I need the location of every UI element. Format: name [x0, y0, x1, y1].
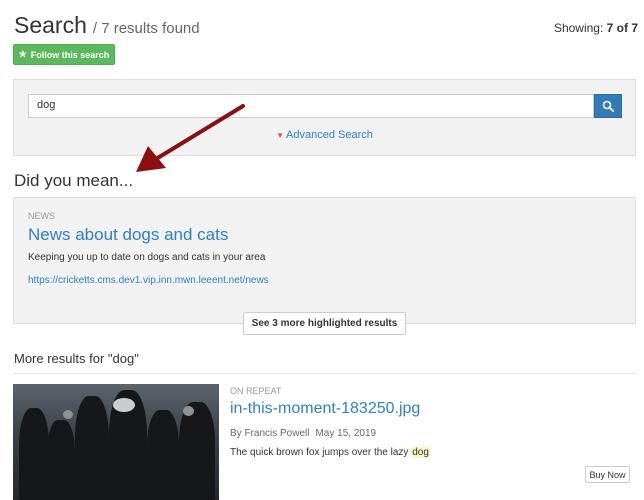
did-you-mean-heading: Did you mean... [14, 171, 134, 190]
more-results-heading: More results for "dog" [14, 351, 139, 366]
see-more-highlighted-button[interactable]: See 3 more highlighted results [243, 312, 406, 335]
buy-now-button[interactable]: Buy Now [585, 466, 630, 483]
results-header: Search / 7 results found Showing: 7 of 7 [14, 12, 638, 42]
follow-search-button[interactable]: ★ Follow this search [13, 44, 115, 65]
result-snippet: The quick brown fox jumps over the lazy … [230, 447, 430, 458]
search-icon [602, 100, 614, 112]
results-count: / 7 results found [92, 20, 200, 37]
highlight-title-link[interactable]: News about dogs and cats [28, 225, 228, 245]
advanced-search-link[interactable]: ▼ Advanced Search [14, 129, 635, 141]
showing-label: Showing: [553, 21, 604, 35]
divider [13, 373, 636, 374]
caret-down-icon: ▼ [276, 131, 285, 140]
result-snippet-text: The quick brown fox jumps over the lazy [230, 447, 412, 458]
highlight-category: NEWS [28, 211, 55, 221]
result-title-link[interactable]: in-this-moment-183250.jpg [230, 400, 420, 418]
highlight-description: Keeping you up to date on dogs and cats … [28, 252, 266, 263]
annotation-arrow [136, 104, 245, 172]
result-category: ON REPEAT [230, 386, 282, 396]
advanced-search-label: Advanced Search [286, 129, 373, 141]
showing-value: 7 of 7 [606, 21, 638, 35]
showing-indicator: Showing: 7 of 7 [554, 21, 638, 35]
search-button[interactable] [594, 94, 622, 118]
star-icon: ★ [18, 49, 27, 59]
result-meta: By Francis Powell May 15, 2019 [230, 428, 376, 439]
follow-search-label: Follow this search [30, 49, 110, 60]
result-thumbnail[interactable] [13, 384, 219, 500]
search-panel: dog ▼ Advanced Search [13, 79, 636, 156]
highlighted-result: NEWS News about dogs and cats Keeping yo… [13, 197, 636, 324]
search-input[interactable]: dog [28, 94, 594, 118]
result-date: May 15, 2019 [315, 428, 377, 439]
page-title: Search [14, 12, 87, 38]
result-author: By Francis Powell [230, 428, 310, 439]
highlight-url-link[interactable]: https://cricketts.cms.dev1.vip.inn.mwn.l… [28, 275, 269, 286]
snippet-highlight: dog [411, 447, 430, 458]
